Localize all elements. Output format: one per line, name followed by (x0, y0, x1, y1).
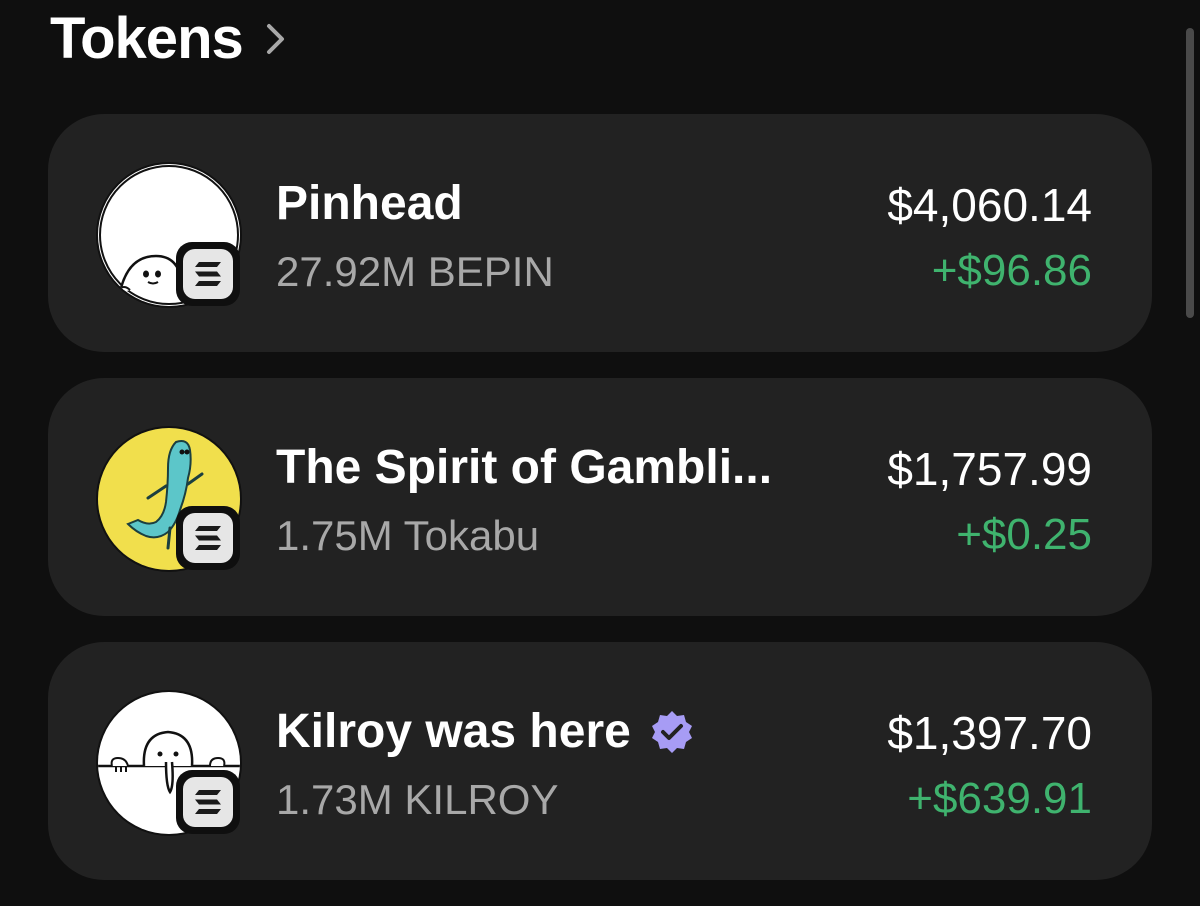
tokens-header[interactable]: Tokens (50, 0, 287, 78)
token-name-row: The Spirit of Gambli... (276, 440, 772, 495)
solana-icon (195, 262, 221, 286)
token-value: $1,757.99 (887, 443, 1092, 495)
token-list: Pinhead 27.92M BEPIN $4,060.14 +$96.86 T… (48, 114, 1152, 906)
solana-icon (195, 526, 221, 550)
scrollbar[interactable] (1186, 28, 1194, 318)
token-amount: 1.73M KILROY (276, 776, 559, 823)
token-change: +$96.86 (931, 246, 1092, 295)
token-value: $1,397.70 (887, 707, 1092, 759)
token-avatar (96, 690, 242, 836)
token-value: $4,060.14 (887, 179, 1092, 231)
token-avatar (96, 162, 242, 308)
token-amount: 1.75M Tokabu (276, 512, 540, 559)
token-name: The Spirit of Gambli... (276, 441, 773, 494)
token-name: Kilroy was here (276, 705, 631, 758)
chain-badge (176, 770, 240, 834)
token-row-kilroy[interactable]: Kilroy was here 1.73M KILROY $1,397.70 +… (48, 642, 1152, 880)
verified-badge-icon (651, 710, 692, 753)
token-name: Pinhead (276, 177, 463, 230)
solana-icon (195, 790, 221, 814)
token-name-row: Kilroy was here (276, 704, 695, 759)
chain-badge (176, 506, 240, 570)
token-change: +$0.25 (956, 510, 1092, 559)
chain-badge (176, 242, 240, 306)
token-row-tokabu[interactable]: The Spirit of Gambli... 1.75M Tokabu $1,… (48, 378, 1152, 616)
token-row-pinhead[interactable]: Pinhead 27.92M BEPIN $4,060.14 +$96.86 (48, 114, 1152, 352)
page-title: Tokens (50, 6, 244, 71)
token-amount: 27.92M BEPIN (276, 248, 554, 295)
chevron-right-icon (266, 24, 284, 54)
token-name-row: Pinhead (276, 176, 463, 231)
token-avatar (96, 426, 242, 572)
token-change: +$639.91 (907, 774, 1092, 823)
